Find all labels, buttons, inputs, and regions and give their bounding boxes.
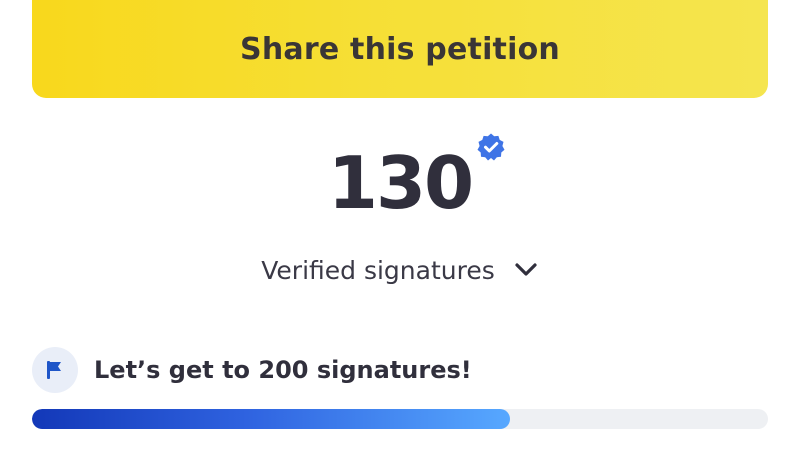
share-petition-button[interactable]: Share this petition	[32, 0, 768, 98]
flag-icon	[47, 361, 61, 379]
share-petition-label: Share this petition	[240, 31, 560, 67]
verified-signatures-toggle[interactable]: Verified signatures	[0, 250, 800, 290]
chevron-down-icon	[515, 263, 537, 276]
signature-count-section: 130	[0, 133, 800, 228]
flag-icon-badge	[32, 347, 78, 393]
signature-count: 130	[327, 141, 474, 225]
verified-signatures-label: Verified signatures	[261, 255, 495, 285]
petition-signature-panel: Share this petition 130 Verified signatu…	[0, 0, 800, 450]
signature-progress-bar	[32, 409, 768, 429]
signature-goal-text: Let’s get to 200 signatures!	[94, 356, 472, 384]
signature-count-wrapper: 130	[327, 133, 505, 228]
signature-progress-fill	[32, 409, 511, 429]
signature-goal: Let’s get to 200 signatures!	[32, 346, 472, 394]
verified-badge-icon	[477, 133, 505, 161]
